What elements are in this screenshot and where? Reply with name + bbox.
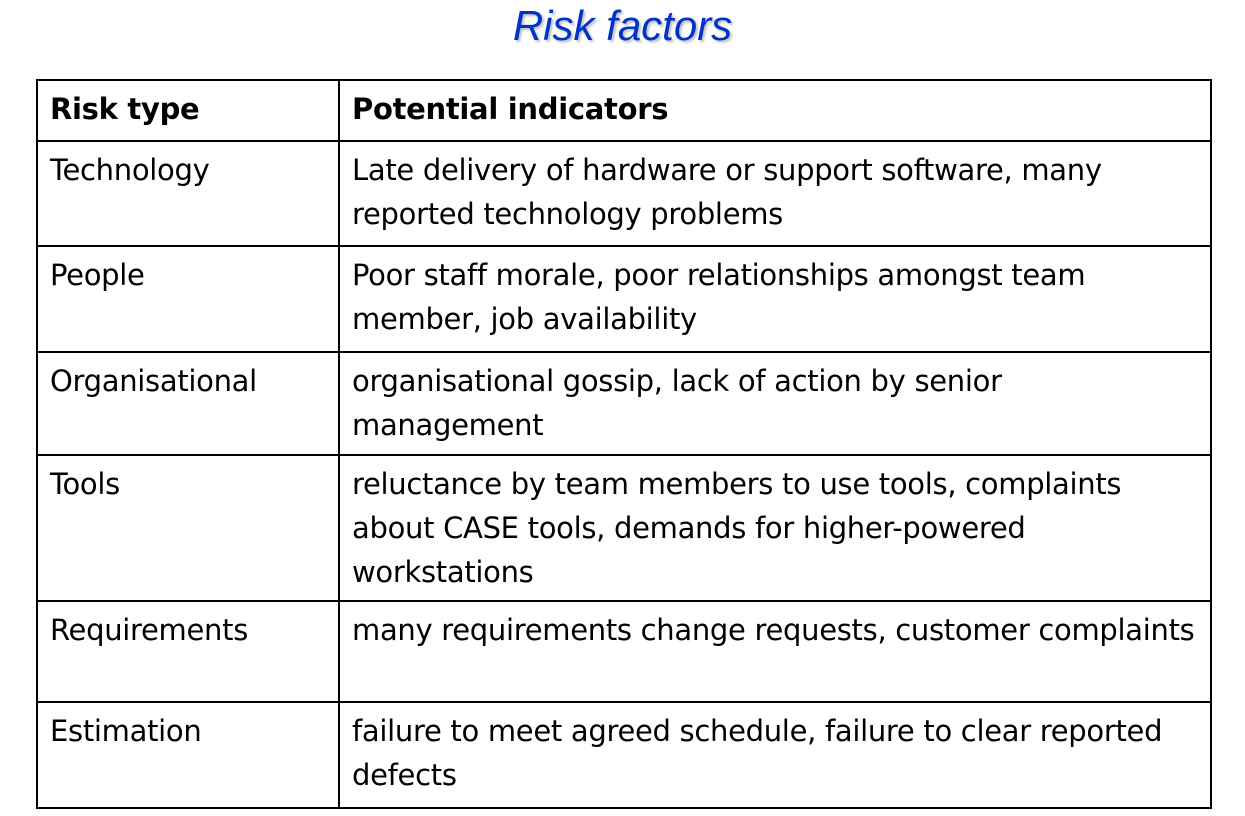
risk-type-cell: Tools [36, 454, 340, 602]
risk-type-cell: Requirements [36, 600, 340, 703]
table-row: People Poor staff morale, poor relationsh… [36, 245, 1212, 353]
header-potential-indicators: Potential indicators [338, 79, 1212, 142]
table-row: Tools reluctance by team members to use t… [36, 454, 1212, 602]
indicators-cell: many requirements change requests, custo… [338, 600, 1212, 703]
indicators-cell: organisational gossip, lack of action by… [338, 351, 1212, 456]
risk-type-cell: Organisational [36, 351, 340, 456]
table-row: Estimation failure to meet agreed schedul… [36, 701, 1212, 809]
table-row: Organisational organisational gossip, lac… [36, 351, 1212, 456]
table-header-row: Risk type Potential indicators [36, 79, 1212, 142]
risk-type-cell: Technology [36, 140, 340, 247]
indicators-cell: failure to meet agreed schedule, failure… [338, 701, 1212, 809]
header-risk-type: Risk type [36, 79, 340, 142]
table-row: Requirements many requirements change req… [36, 600, 1212, 703]
slide-title: Risk factors [512, 2, 733, 49]
risk-type-cell: People [36, 245, 340, 353]
indicators-cell: Late delivery of hardware or support sof… [338, 140, 1212, 247]
table-row: Technology Late delivery of hardware or s… [36, 140, 1212, 247]
risk-factors-table: Risk type Potential indicators Technolog… [36, 79, 1212, 809]
indicators-cell: reluctance by team members to use tools,… [338, 454, 1212, 602]
risk-type-cell: Estimation [36, 701, 340, 809]
indicators-cell: Poor staff morale, poor relationships am… [338, 245, 1212, 353]
